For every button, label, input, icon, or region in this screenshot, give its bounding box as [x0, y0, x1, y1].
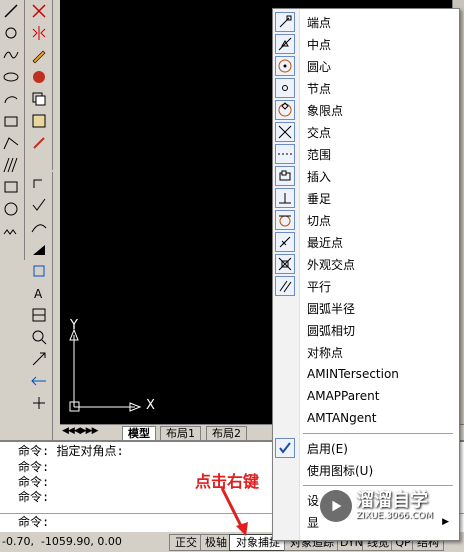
- circle-tool-icon[interactable]: [0, 198, 22, 220]
- x-axis-label: X: [146, 398, 155, 413]
- menu-item-midpoint[interactable]: 中点: [273, 33, 459, 55]
- quadrant-icon: [275, 100, 295, 120]
- menu-item-arc-tangent[interactable]: 圆弧相切: [273, 319, 459, 341]
- check-tool-icon[interactable]: [28, 194, 50, 216]
- menu-item-arc-radius[interactable]: 圆弧半径: [273, 297, 459, 319]
- menu-item-use-icons[interactable]: 使用图标(U): [273, 459, 459, 481]
- y-axis-label: Y: [70, 318, 78, 333]
- menu-item-node[interactable]: 节点: [273, 77, 459, 99]
- watermark: 溜溜自学 ZIXUE.3066.COM: [320, 486, 440, 526]
- menu-item-perpendicular[interactable]: 垂足: [273, 187, 459, 209]
- coordinate-readout: -0.70, -1059.90, 0.00: [2, 535, 122, 548]
- submenu-arrow-icon: ▶: [442, 517, 449, 527]
- svg-text:A: A: [34, 287, 43, 301]
- menu-item-quadrant[interactable]: 象限点: [273, 99, 459, 121]
- menu-item-endpoint[interactable]: 端点: [273, 11, 459, 33]
- spline-tool-icon[interactable]: [0, 44, 22, 66]
- menu-item-nearest[interactable]: 最近点: [273, 231, 459, 253]
- table-tool-icon[interactable]: [28, 304, 50, 326]
- menu-item-amtangent[interactable]: AMTANgent: [273, 407, 459, 429]
- watermark-url: ZIXUE.3066.COM: [356, 511, 434, 521]
- menu-item-intersection[interactable]: 交点: [273, 121, 459, 143]
- arc-tool-icon[interactable]: [0, 88, 22, 110]
- command-prompt: 命令:: [18, 515, 50, 529]
- menu-item-enable[interactable]: 启用(E): [273, 437, 459, 459]
- draw-toolbar: [0, 0, 25, 260]
- menu-item-tangent[interactable]: 切点: [273, 209, 459, 231]
- ortho-toggle[interactable]: 正交: [169, 534, 203, 551]
- menu-item-parallel[interactable]: 平行: [273, 275, 459, 297]
- menu-separator: [303, 433, 453, 434]
- command-history-line: 命令: 指定对角点:: [18, 444, 124, 458]
- rectangle-tool-icon[interactable]: [0, 176, 22, 198]
- menu-item-apparent-intersection[interactable]: 外观交点: [273, 253, 459, 275]
- tab-layout2[interactable]: 布局2: [206, 426, 247, 441]
- menu-item-symmetric-point[interactable]: 对称点: [273, 341, 459, 363]
- break-tool-icon[interactable]: [28, 370, 50, 392]
- modify-toolbar: [28, 0, 53, 170]
- watermark-title: 溜溜自学: [356, 490, 428, 511]
- insert-block-icon[interactable]: [0, 110, 22, 132]
- parallel-icon: [275, 276, 295, 296]
- ellipse-tool-icon[interactable]: [0, 66, 22, 88]
- checkmark-icon: [275, 438, 295, 458]
- endpoint-icon: [275, 12, 295, 32]
- paste-tool-icon[interactable]: [28, 110, 50, 132]
- tab-model[interactable]: 模型: [122, 426, 156, 441]
- command-history-line: 命令:: [18, 490, 50, 504]
- menu-item-amintersection[interactable]: AMINTersection: [273, 363, 459, 385]
- trim-tool-icon[interactable]: [28, 238, 50, 260]
- dimension-toolbar: A: [28, 172, 53, 440]
- menu-item-extension[interactable]: 范围: [273, 143, 459, 165]
- text-tool-icon[interactable]: A: [28, 282, 50, 304]
- midpoint-icon: [275, 34, 295, 54]
- copy-tool-icon[interactable]: [28, 88, 50, 110]
- annotation-text: 点击右键: [195, 472, 260, 491]
- insertion-icon: [275, 166, 295, 186]
- nearest-icon: [275, 232, 295, 252]
- erase-tool-icon[interactable]: [28, 0, 50, 22]
- edit-tool-icon[interactable]: [28, 44, 50, 66]
- apparent-intersection-icon: [275, 254, 295, 274]
- node-icon: [275, 78, 295, 98]
- move-tool-icon[interactable]: [28, 172, 50, 194]
- menu-item-center[interactable]: 圆心: [273, 55, 459, 77]
- scale-tool-icon[interactable]: [28, 260, 50, 282]
- polyline-tool-icon[interactable]: [0, 132, 22, 154]
- center-icon: [275, 56, 295, 76]
- mline-tool-icon[interactable]: [0, 154, 22, 176]
- watermark-logo-icon: [320, 490, 352, 522]
- polar-toggle[interactable]: 极轴: [200, 534, 232, 551]
- pen-tool-icon[interactable]: [28, 132, 50, 154]
- stretch-tool-icon[interactable]: [28, 348, 50, 370]
- zoom-tool-icon[interactable]: [28, 326, 50, 348]
- hatch-tool-icon[interactable]: [0, 220, 22, 242]
- intersection-icon: [275, 122, 295, 142]
- extension-icon: [275, 144, 295, 164]
- tab-nav-arrows-icon[interactable]: ◀◀◀▶▶▶: [62, 426, 99, 436]
- osnap-context-menu: 端点 中点 圆心 节点 象限点 交点 范围 插入 垂足 切点 最近点 外观交点 …: [272, 8, 460, 541]
- tab-layout1[interactable]: 布局1: [160, 426, 201, 441]
- cloud-tool-icon[interactable]: [0, 22, 22, 44]
- curve-tool-icon[interactable]: [28, 216, 50, 238]
- mirror-tool-icon[interactable]: [28, 22, 50, 44]
- perpendicular-icon: [275, 188, 295, 208]
- menu-item-amapparent[interactable]: AMAPParent: [273, 385, 459, 407]
- command-history-line: 命令:: [18, 460, 50, 474]
- properties-tool-icon[interactable]: [28, 66, 50, 88]
- menu-item-insertion[interactable]: 插入: [273, 165, 459, 187]
- tangent-icon: [275, 210, 295, 230]
- command-history-line: 命令:: [18, 475, 50, 489]
- line-tool-icon[interactable]: [0, 0, 22, 22]
- explode-tool-icon[interactable]: [28, 392, 50, 414]
